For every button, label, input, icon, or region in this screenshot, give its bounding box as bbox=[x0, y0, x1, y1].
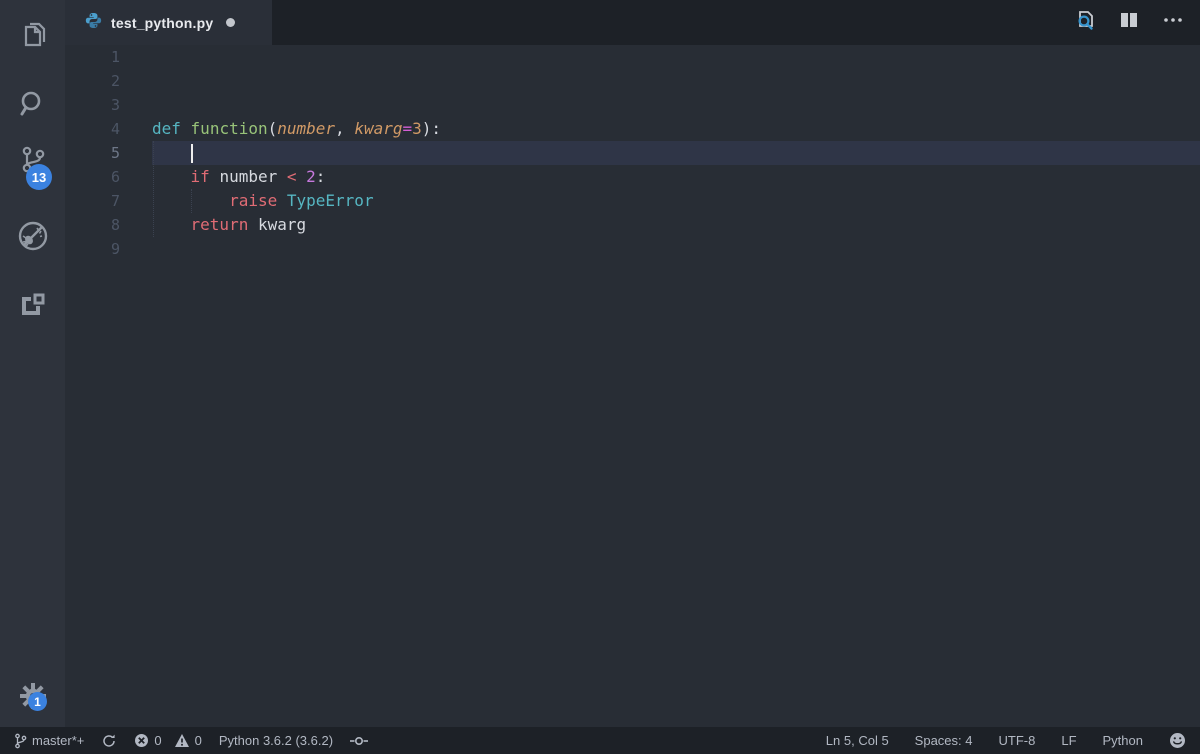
code-text bbox=[152, 93, 1200, 117]
target-status-button[interactable] bbox=[350, 733, 368, 749]
editor-cursor bbox=[191, 144, 193, 163]
eol-status[interactable]: LF bbox=[1061, 733, 1076, 748]
errors-status: 0 bbox=[134, 733, 161, 748]
code-line[interactable]: 9 bbox=[65, 237, 1200, 261]
target-icon bbox=[350, 733, 368, 749]
line-number[interactable]: 8 bbox=[65, 213, 152, 237]
language-mode-status[interactable]: Python bbox=[1103, 733, 1143, 748]
error-count: 0 bbox=[154, 733, 161, 748]
encoding-label: UTF-8 bbox=[999, 733, 1036, 748]
code-line[interactable]: 8 return kwarg bbox=[65, 213, 1200, 237]
source-control-badge: 13 bbox=[26, 164, 52, 190]
activity-bar: 13 bbox=[0, 0, 65, 727]
tab-title: test_python.py bbox=[111, 15, 213, 31]
editor-pane[interactable]: 1234def function(number, kwarg=3):5 6 if… bbox=[65, 45, 1200, 727]
warning-icon bbox=[174, 733, 190, 748]
problems-status[interactable]: 0 0 bbox=[134, 733, 201, 748]
code-text: raise TypeError bbox=[152, 189, 1200, 213]
code-lines: 1234def function(number, kwarg=3):5 6 if… bbox=[65, 45, 1200, 261]
line-number[interactable]: 6 bbox=[65, 165, 152, 189]
code-line[interactable]: 4def function(number, kwarg=3): bbox=[65, 117, 1200, 141]
code-text: if number < 2: bbox=[152, 165, 1200, 189]
code-line[interactable]: 3 bbox=[65, 93, 1200, 117]
tab-bar: test_python.py bbox=[65, 0, 1200, 45]
eol-label: LF bbox=[1061, 733, 1076, 748]
split-editor-button[interactable] bbox=[1116, 10, 1142, 36]
code-line[interactable]: 6 if number < 2: bbox=[65, 165, 1200, 189]
sidebar-item-extensions[interactable] bbox=[0, 281, 65, 329]
status-left: master*+ bbox=[0, 733, 368, 749]
tab-test-python[interactable]: test_python.py bbox=[65, 0, 272, 45]
line-number[interactable]: 4 bbox=[65, 117, 152, 141]
sidebar-item-explorer[interactable] bbox=[0, 10, 65, 58]
code-line[interactable]: 2 bbox=[65, 69, 1200, 93]
debug-icon bbox=[15, 218, 51, 254]
warnings-status: 0 bbox=[174, 733, 202, 748]
indent-guide bbox=[191, 189, 192, 213]
sync-icon bbox=[101, 733, 117, 749]
vscode-window: 13 bbox=[0, 0, 1200, 754]
more-actions-button[interactable] bbox=[1160, 10, 1186, 36]
code-text: return kwarg bbox=[152, 213, 1200, 237]
interpreter-label: Python 3.6.2 (3.6.2) bbox=[219, 733, 333, 748]
files-icon bbox=[17, 18, 49, 50]
code-text bbox=[152, 69, 1200, 93]
indentation-label: Spaces: 4 bbox=[915, 733, 973, 748]
cursor-position-status[interactable]: Ln 5, Col 5 bbox=[826, 733, 889, 748]
modified-dot-icon bbox=[226, 18, 235, 27]
python-interpreter-status[interactable]: Python 3.6.2 (3.6.2) bbox=[219, 733, 333, 748]
editor-actions bbox=[1072, 0, 1192, 45]
branch-name: master*+ bbox=[32, 733, 84, 748]
line-number[interactable]: 9 bbox=[65, 237, 152, 261]
settings-button[interactable]: 1 bbox=[0, 672, 65, 720]
line-number[interactable]: 5 bbox=[65, 141, 152, 165]
line-number[interactable]: 1 bbox=[65, 45, 152, 69]
split-editor-icon bbox=[1118, 9, 1140, 36]
warning-count: 0 bbox=[195, 733, 202, 748]
code-line[interactable]: 7 raise TypeError bbox=[65, 189, 1200, 213]
feedback-smiley-icon bbox=[1169, 732, 1186, 749]
more-actions-icon bbox=[1162, 9, 1184, 36]
sidebar-item-source-control[interactable]: 13 bbox=[0, 136, 65, 184]
indent-guide bbox=[153, 141, 154, 237]
cursor-position-label: Ln 5, Col 5 bbox=[826, 733, 889, 748]
status-bar: master*+ bbox=[0, 727, 1200, 754]
code-text: def function(number, kwarg=3): bbox=[152, 117, 1200, 141]
feedback-button[interactable] bbox=[1169, 732, 1186, 749]
line-number[interactable]: 7 bbox=[65, 189, 152, 213]
search-icon bbox=[17, 88, 49, 120]
code-line[interactable]: 1 bbox=[65, 45, 1200, 69]
find-in-file-icon bbox=[1073, 8, 1097, 37]
encoding-status[interactable]: UTF-8 bbox=[999, 733, 1036, 748]
find-in-file-button[interactable] bbox=[1072, 10, 1098, 36]
sidebar-item-debug[interactable] bbox=[0, 212, 65, 260]
extensions-icon bbox=[17, 289, 49, 321]
code-text bbox=[152, 45, 1200, 69]
git-branch-icon bbox=[14, 733, 27, 749]
python-logo-icon bbox=[85, 12, 102, 34]
git-branch-status[interactable]: master*+ bbox=[14, 733, 84, 749]
settings-badge: 1 bbox=[28, 692, 47, 711]
language-label: Python bbox=[1103, 733, 1143, 748]
code-line[interactable]: 5 bbox=[65, 141, 1200, 165]
sync-button[interactable] bbox=[101, 733, 117, 749]
error-icon bbox=[134, 733, 149, 748]
status-right: Ln 5, Col 5 Spaces: 4 UTF-8 LF Python bbox=[826, 732, 1200, 749]
line-number[interactable]: 3 bbox=[65, 93, 152, 117]
line-number[interactable]: 2 bbox=[65, 69, 152, 93]
code-text bbox=[152, 141, 1200, 165]
code-text bbox=[152, 237, 1200, 261]
sidebar-item-search[interactable] bbox=[0, 80, 65, 128]
indentation-status[interactable]: Spaces: 4 bbox=[915, 733, 973, 748]
